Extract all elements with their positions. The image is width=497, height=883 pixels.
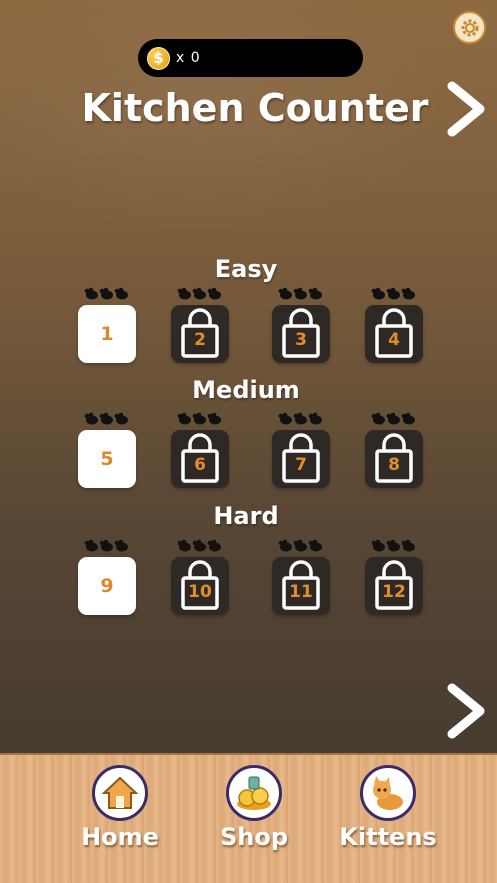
section-label-hard: Hard: [213, 502, 279, 530]
level-3-button[interactable]: 3: [272, 305, 330, 363]
level-9-button[interactable]: 9: [78, 557, 136, 615]
gear-icon: [461, 19, 478, 36]
chevron-right-icon: [447, 81, 485, 137]
nav-shop-label: Shop: [219, 823, 289, 851]
level-10-button[interactable]: 10: [171, 557, 229, 615]
mice-rating: [84, 410, 130, 425]
mice-rating: [278, 410, 324, 425]
next-page-button[interactable]: [440, 682, 492, 740]
level-number: 9: [100, 575, 114, 597]
level-number: 11: [289, 582, 313, 602]
level-5-button[interactable]: 5: [78, 430, 136, 488]
level-7-button[interactable]: 7: [272, 430, 330, 488]
mice-rating: [371, 285, 417, 300]
level-number: 3: [295, 330, 307, 350]
coin-icon: $: [147, 46, 170, 70]
mice-rating: [177, 410, 223, 425]
level-number: 7: [295, 455, 307, 475]
level-number: 12: [382, 582, 406, 602]
mice-rating: [84, 285, 130, 300]
level-number: 5: [100, 448, 114, 470]
level-number: 8: [388, 455, 400, 475]
nav-home-button[interactable]: Home: [65, 765, 175, 865]
level-number: 4: [388, 330, 400, 350]
level-number: 2: [194, 330, 206, 350]
page-title: Kitchen Counter: [81, 86, 429, 130]
level-number: 6: [194, 455, 206, 475]
mice-rating: [177, 537, 223, 552]
level-4-button[interactable]: 4: [365, 305, 423, 363]
mice-rating: [177, 285, 223, 300]
mice-rating: [278, 285, 324, 300]
nav-kittens-label: Kittens: [339, 823, 437, 851]
coin-pile-icon: [226, 765, 282, 821]
settings-button[interactable]: [453, 11, 486, 44]
section-label-medium: Medium: [192, 376, 300, 404]
bottom-nav: Home Shop Kittens: [0, 753, 497, 883]
level-8-button[interactable]: 8: [365, 430, 423, 488]
mice-rating: [278, 537, 324, 552]
house-icon: [92, 765, 148, 821]
level-2-button[interactable]: 2: [171, 305, 229, 363]
nav-shop-button[interactable]: Shop: [199, 765, 309, 865]
level-12-button[interactable]: 12: [365, 557, 423, 615]
nav-kittens-button[interactable]: Kittens: [333, 765, 443, 865]
next-area-button[interactable]: [440, 80, 492, 138]
level-6-button[interactable]: 6: [171, 430, 229, 488]
mice-rating: [371, 410, 417, 425]
nav-home-label: Home: [81, 823, 159, 851]
level-number: 10: [188, 582, 212, 602]
coin-count: x 0: [176, 50, 201, 66]
chevron-right-icon: [447, 683, 485, 739]
kitten-icon: [360, 765, 416, 821]
level-11-button[interactable]: 11: [272, 557, 330, 615]
mice-rating: [371, 537, 417, 552]
level-number: 1: [100, 323, 114, 345]
section-label-easy: Easy: [214, 255, 278, 283]
level-1-button[interactable]: 1: [78, 305, 136, 363]
mice-rating: [84, 537, 130, 552]
coin-counter: $ x 0: [138, 39, 363, 77]
